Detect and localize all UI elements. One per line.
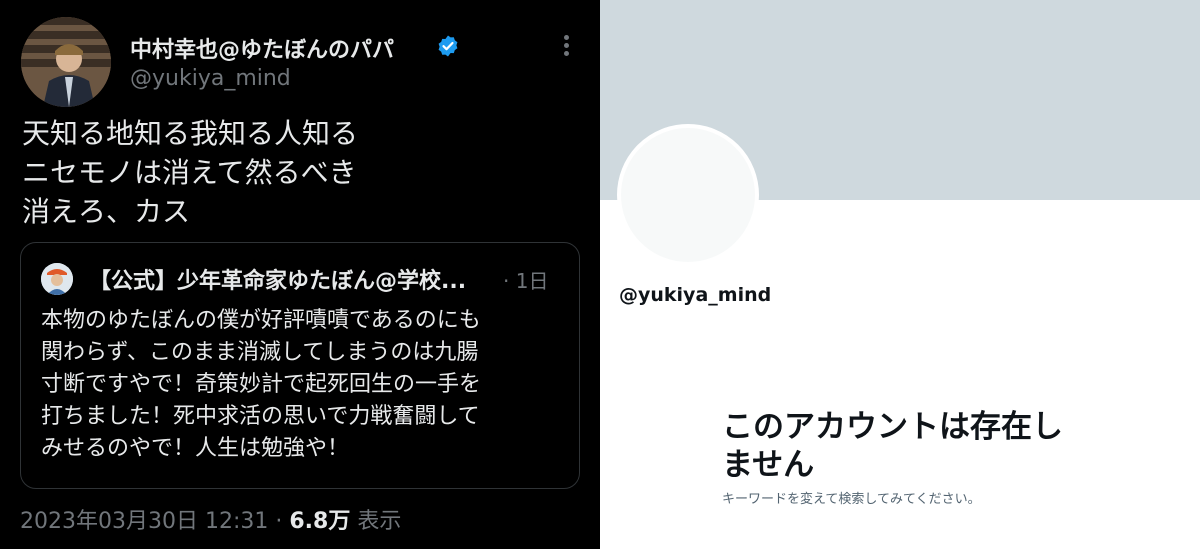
quoted-text-line: 本物のゆたぼんの僕が好評嘖嘖であるのにも: [41, 308, 481, 333]
quoted-user-avatar[interactable]: [41, 263, 73, 295]
meta-separator: ·: [268, 509, 290, 534]
views-label: 表示: [350, 509, 402, 534]
quoted-tweet-time: · 1日: [503, 269, 549, 293]
views-count: 6.8万: [289, 509, 351, 534]
quoted-tweet[interactable]: 【公式】少年革命家ゆたぼん@学校... · 1日 本物のゆたぼんの僕が好評嘖嘖で…: [20, 242, 580, 489]
display-name[interactable]: 中村幸也@ゆたぼんのパパ: [130, 32, 394, 64]
tweet-panel: 中村幸也@ゆたぼんのパパ @yukiya_mind 天知る地知る我知る人知る ニ…: [0, 0, 600, 549]
message-line: このアカウントは存在し: [722, 409, 1063, 445]
quoted-user-name[interactable]: 【公式】少年革命家ゆたぼん@学校...: [89, 263, 466, 295]
message-line: ません: [722, 447, 815, 483]
tweet-meta: 2023年03月30日 12:31 · 6.8万 表示: [20, 503, 401, 535]
quoted-text-line: 寸断ですやで！奇策妙計で起死回生の一手を: [41, 372, 482, 397]
tweet-timestamp[interactable]: 2023年03月30日 12:31: [20, 509, 268, 534]
profile-panel: @yukiya_mind このアカウントは存在し ません キーワードを変えて検索…: [600, 0, 1200, 549]
profile-handle: @yukiya_mind: [619, 284, 772, 306]
user-handle[interactable]: @yukiya_mind: [130, 66, 291, 91]
tweet-text: 天知る地知る我知る人知る ニセモノは消えて然るべき 消えろ、カス: [22, 114, 358, 231]
user-avatar-photo: [21, 17, 111, 107]
tweet-text-line: 消えろ、カス: [22, 195, 191, 228]
quoted-text-line: みせるのやで！人生は勉強や！: [41, 436, 350, 461]
user-avatar[interactable]: [21, 17, 111, 107]
quoted-user-avatar-photo: [41, 263, 73, 295]
quoted-tweet-text: 本物のゆたぼんの僕が好評嘖嘖であるのにも 関わらず、このまま消滅してしまうのは九…: [41, 305, 481, 465]
verified-badge-icon: [438, 35, 458, 57]
tweet-text-line: ニセモノは消えて然るべき: [22, 156, 357, 189]
tweet-text-line: 天知る地知る我知る人知る: [22, 117, 359, 150]
quoted-text-line: 打ちました！死中求活の思いで力戦奮闘して: [41, 404, 480, 429]
more-options-icon[interactable]: [556, 32, 576, 62]
account-not-found-message: このアカウントは存在し ません: [722, 408, 1063, 484]
profile-avatar: [617, 124, 759, 266]
search-hint: キーワードを変えて検索してみてください。: [722, 492, 981, 507]
quoted-text-line: 関わらず、このまま消滅してしまうのは九腸: [41, 340, 479, 365]
